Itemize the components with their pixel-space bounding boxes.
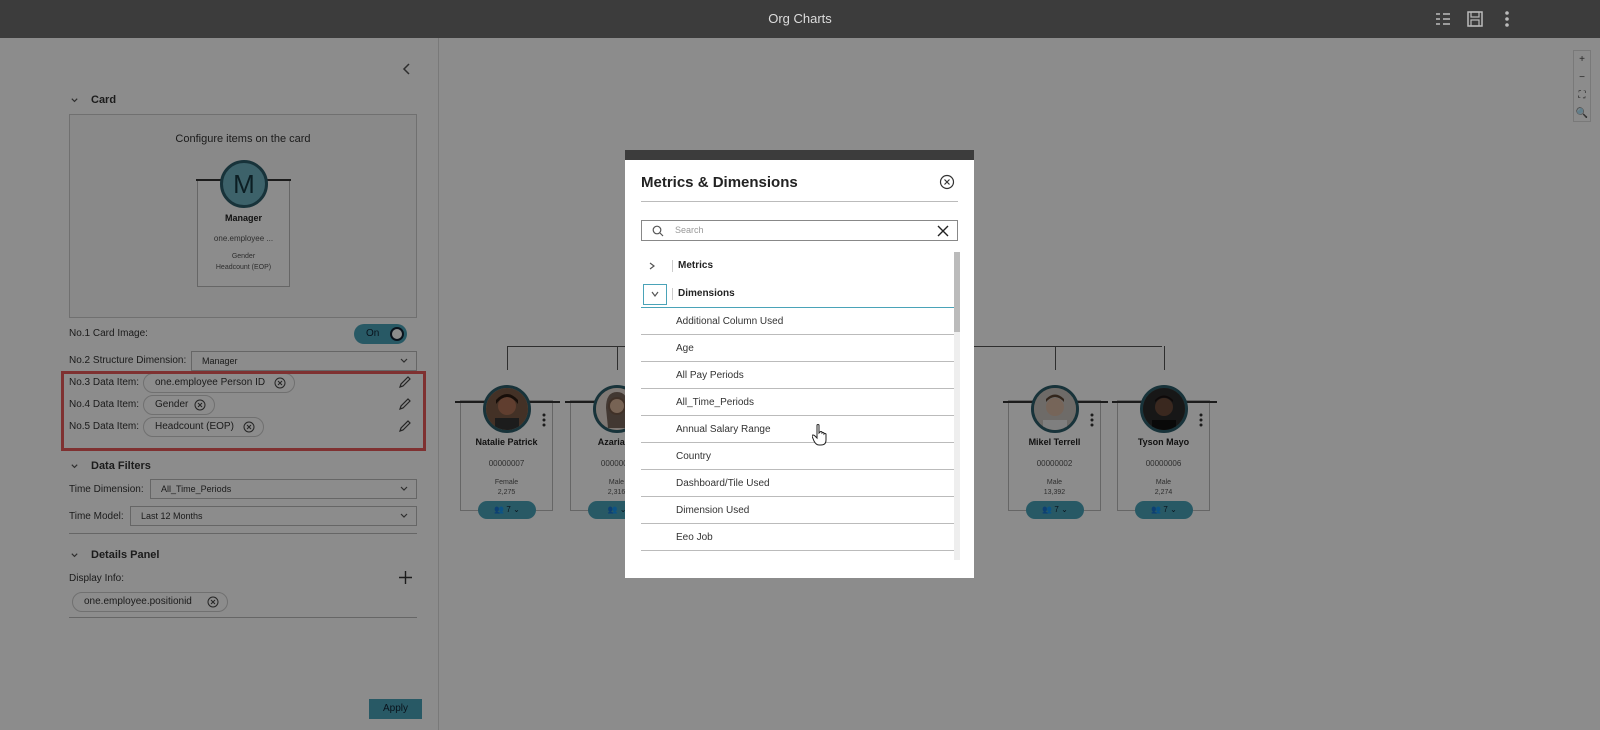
app-title: Org Charts xyxy=(768,11,832,26)
divider xyxy=(641,201,958,202)
list-item[interactable]: Additional Column Used xyxy=(641,308,954,335)
dialog-title: Metrics & Dimensions xyxy=(641,174,798,191)
list-item[interactable]: Annual Salary Range xyxy=(641,416,954,443)
list-item-label: Eeo Job xyxy=(676,532,713,543)
group-dimensions[interactable]: Dimensions xyxy=(641,280,954,308)
dimension-list[interactable]: Metrics Dimensions Additional Column Use… xyxy=(641,252,954,560)
list-item-label: Dimension Used xyxy=(676,505,750,516)
checklist-icon[interactable] xyxy=(1433,9,1453,29)
list-item[interactable]: All_Time_Periods xyxy=(641,389,954,416)
group-label: Metrics xyxy=(678,260,714,271)
save-icon[interactable] xyxy=(1465,9,1485,29)
metrics-dimensions-dialog: Metrics & Dimensions Search Metrics Dime… xyxy=(625,150,974,578)
list-item[interactable]: Country xyxy=(641,443,954,470)
app-header: Org Charts xyxy=(0,0,1600,38)
group-metrics[interactable]: Metrics xyxy=(641,252,954,280)
list-item[interactable]: Dashboard/Tile Used xyxy=(641,470,954,497)
list-item-label: All Pay Periods xyxy=(676,370,744,381)
search-icon xyxy=(652,225,664,237)
close-icon[interactable] xyxy=(939,174,955,190)
hand-cursor-icon xyxy=(811,424,828,446)
chevron-down-icon xyxy=(651,291,659,297)
list-item-label: Additional Column Used xyxy=(676,316,784,327)
list-item-label: Dashboard/Tile Used xyxy=(676,478,770,489)
list-item-label: All_Time_Periods xyxy=(676,397,754,408)
scrollbar-thumb[interactable] xyxy=(954,252,960,332)
list-item[interactable]: Dimension Used xyxy=(641,497,954,524)
list-item[interactable]: All Pay Periods xyxy=(641,362,954,389)
search-input[interactable]: Search xyxy=(641,220,958,241)
list-item-label: Annual Salary Range xyxy=(676,424,771,435)
group-separator xyxy=(672,260,673,272)
scrollbar[interactable] xyxy=(954,252,960,560)
clear-icon[interactable] xyxy=(937,225,949,237)
list-item-label: Country xyxy=(676,451,712,462)
more-vertical-icon[interactable] xyxy=(1497,9,1517,29)
search-placeholder: Search xyxy=(675,225,704,235)
group-separator xyxy=(672,288,673,300)
chevron-right-icon xyxy=(649,262,655,270)
list-item-label: Age xyxy=(676,343,694,354)
list-item[interactable]: Eeo Job xyxy=(641,524,954,551)
group-label: Dimensions xyxy=(678,288,735,299)
list-item[interactable]: Age xyxy=(641,335,954,362)
